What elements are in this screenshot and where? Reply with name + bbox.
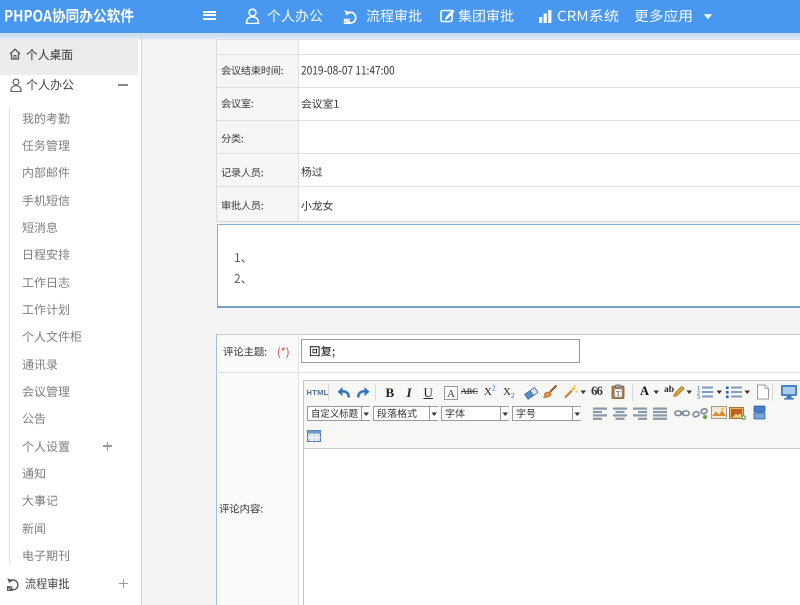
- svg-text:A: A: [447, 388, 455, 400]
- svg-text:T: T: [616, 389, 621, 398]
- svg-text:3: 3: [697, 396, 700, 400]
